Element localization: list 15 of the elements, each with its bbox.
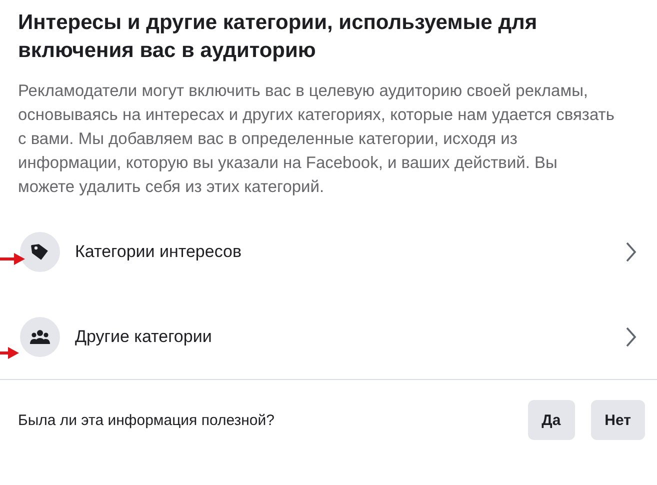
- tag-icon: [20, 232, 60, 272]
- feedback-button[interactable]: Да: [528, 400, 575, 440]
- people-icon: [20, 316, 60, 356]
- section-title: Интересы и другие категории, используемые для включения вас в аудиторию: [17, 10, 538, 64]
- chevron-right-icon: [625, 240, 637, 262]
- category-row[interactable]: Категории интересов: [0, 209, 657, 294]
- feedback-button[interactable]: Нет: [590, 400, 645, 440]
- category-label: Другие категории: [75, 326, 213, 346]
- chevron-right-icon: [625, 326, 637, 348]
- description-text: Рекламодатели могут включить вас в целевую аудиторию своей рекламы, основываясь на интересах и других категориях, которые нам удается связать с вами. Мы добавляем вас в определенные категории, исходя из информации, которую вы указали на Facebook, и ваших действий. Вы можете удалить себя из этих категорий.: [18, 81, 616, 198]
- feedback-question: Была ли эта информация полезной?: [18, 412, 274, 428]
- pointer-arrow-icon: [0, 252, 26, 266]
- category-label: Категории интересов: [75, 242, 243, 262]
- category-row[interactable]: Другие категории: [0, 294, 657, 379]
- pointer-arrow-icon: [0, 346, 20, 360]
